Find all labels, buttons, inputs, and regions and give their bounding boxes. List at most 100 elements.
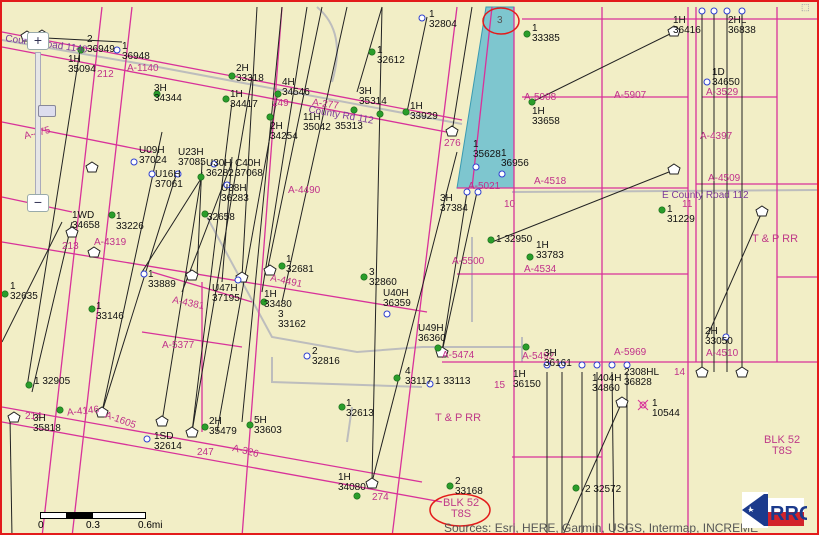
well-label[interactable]: 1 33385	[532, 24, 560, 44]
well-label[interactable]: 1 10544	[652, 399, 682, 419]
section-number: 14	[674, 367, 686, 378]
well-label[interactable]: 1SD 32614	[154, 432, 182, 452]
section-number: 10	[504, 199, 516, 210]
scale-segment	[92, 512, 146, 519]
well-label[interactable]: 2H 35479	[209, 417, 237, 437]
abstract-label: A-5500	[452, 256, 485, 267]
abstract-label: A-4534	[524, 264, 557, 275]
well-label[interactable]: 5H 33603	[254, 416, 282, 436]
well-label[interactable]: 2HL 36838	[728, 16, 756, 36]
tract-label: 3	[497, 15, 503, 26]
section-number: 247	[197, 447, 214, 458]
well-label[interactable]: U23H 37085	[178, 148, 208, 168]
well-label[interactable]: U30H 36282	[206, 159, 236, 179]
well-label[interactable]: 11H 35042	[303, 113, 331, 133]
well-label[interactable]: 1H 36416	[673, 16, 701, 36]
well-label[interactable]: 3 33162	[278, 310, 306, 330]
well-label[interactable]: 1 32613	[346, 399, 374, 419]
well-label[interactable]: 3H 34344	[154, 84, 182, 104]
well-label[interactable]: 1 36948	[122, 42, 150, 62]
well-label[interactable]: U47H 37195	[212, 284, 240, 304]
zoom-control: + −	[27, 32, 56, 212]
zoom-in-button[interactable]: +	[27, 32, 49, 50]
well-label[interactable]: 2 33168	[455, 477, 483, 497]
well-label[interactable]: 1WD 34658	[72, 211, 100, 231]
attribution-text: Sources: Esri, HERE, Garmin, USGS, Inter…	[444, 521, 759, 535]
well-label[interactable]: 32658	[207, 213, 235, 223]
well-label[interactable]: 1 32681	[286, 255, 314, 275]
section-number: 15	[494, 380, 506, 391]
well-label[interactable]: 3H 36161	[544, 349, 572, 369]
zoom-out-button[interactable]: −	[27, 194, 49, 212]
well-label[interactable]: 1 32905	[34, 377, 70, 387]
scale-segment	[66, 512, 93, 519]
well-label[interactable]: 2H 34254	[270, 122, 298, 142]
well-label[interactable]: 1H 33658	[532, 107, 560, 127]
well-label[interactable]: 1H 33783	[536, 241, 564, 261]
well-label[interactable]: U16H 37061	[155, 170, 185, 190]
well-label[interactable]: 3H 37384	[440, 194, 468, 214]
logo-text: RRC	[770, 503, 807, 525]
well-label[interactable]: 1 32804	[429, 10, 457, 30]
well-label[interactable]: U09H 37024	[139, 146, 169, 166]
well-label[interactable]: 1 36956	[501, 149, 529, 169]
well-label[interactable]: 3 32860	[369, 268, 397, 288]
section-number: 212	[97, 69, 114, 80]
abstract-label: A-1140	[127, 63, 159, 74]
map-corner-icon[interactable]: ⬚	[801, 2, 811, 12]
well-label[interactable]: 1H 33480	[264, 290, 292, 310]
scale-label: 0.6mi	[138, 520, 163, 531]
section-number: 249	[272, 98, 289, 109]
well-label[interactable]: 2308HL 36828	[624, 368, 659, 388]
zoom-slider-handle[interactable]	[38, 105, 56, 117]
well-label[interactable]: 1 32612	[377, 46, 405, 66]
abstract-label: A-4509	[708, 173, 741, 184]
well-label[interactable]: 1H 34080	[338, 473, 366, 493]
abstract-label: A-5021	[468, 181, 501, 192]
well-label[interactable]: 1H 35094	[68, 55, 96, 75]
well-label[interactable]: 2 32816	[312, 347, 340, 367]
well-label[interactable]: C40H 37068	[235, 159, 265, 179]
abstract-label: A-4510	[706, 348, 739, 359]
well-label[interactable]: 4H 34546	[282, 78, 310, 98]
well-label[interactable]: 1 33226	[116, 212, 144, 232]
well-label[interactable]: 2H 33318	[236, 64, 264, 84]
well-label[interactable]: 1H 34417	[230, 90, 258, 110]
survey-label: T & P RR	[435, 412, 482, 424]
well-label[interactable]: 1 31229	[667, 205, 695, 225]
map-canvas[interactable]: County Road 1140 County Rd 112 E County …	[0, 0, 819, 535]
scale-label: 0.3	[86, 520, 100, 531]
well-label[interactable]: 1 33146	[96, 302, 124, 322]
lease-lines	[2, 6, 817, 533]
abstract-label: A-5908	[524, 92, 557, 103]
well-label[interactable]: 35313	[335, 122, 363, 132]
well-label[interactable]: 2H 33050	[705, 327, 733, 347]
survey-label: T & P RR	[752, 233, 799, 245]
well-label[interactable]: 1 33889	[148, 270, 176, 290]
well-label[interactable]: 1H 33929	[410, 102, 438, 122]
well-label[interactable]: 1404H 34860	[592, 374, 622, 394]
well-label[interactable]: 2 36949	[87, 35, 115, 55]
well-label[interactable]: 1 32950	[496, 235, 532, 245]
well-label[interactable]: 3H 35818	[33, 414, 61, 434]
well-label[interactable]: 2 32572	[585, 485, 621, 495]
well-label[interactable]: 3H 35314	[359, 87, 387, 107]
well-label[interactable]: U49H 36360	[418, 324, 448, 344]
well-label[interactable]: U40H 36359	[383, 289, 411, 309]
abstract-label: A-5969	[614, 347, 647, 358]
abstract-label: A-4490	[288, 185, 321, 196]
well-label[interactable]: 4 33117	[405, 367, 433, 387]
well-label[interactable]: 1 33113	[435, 377, 470, 387]
well-label[interactable]: U38H 36283	[221, 184, 251, 204]
block-label: BLK 52 T8S	[443, 497, 480, 520]
zoom-slider-track[interactable]	[35, 52, 56, 202]
section-number: 213	[62, 241, 79, 252]
well-label[interactable]: 1D 34650	[712, 68, 740, 88]
road-label: E County Road 112	[662, 190, 749, 201]
scale-segment	[40, 512, 67, 519]
rrc-logo: RRC	[742, 492, 807, 528]
abstract-label: A-5474	[442, 350, 475, 361]
well-label[interactable]: 1H 36150	[513, 370, 541, 390]
well-label[interactable]: 1 32635	[10, 282, 38, 302]
well-label[interactable]: 1 35628	[473, 140, 501, 160]
